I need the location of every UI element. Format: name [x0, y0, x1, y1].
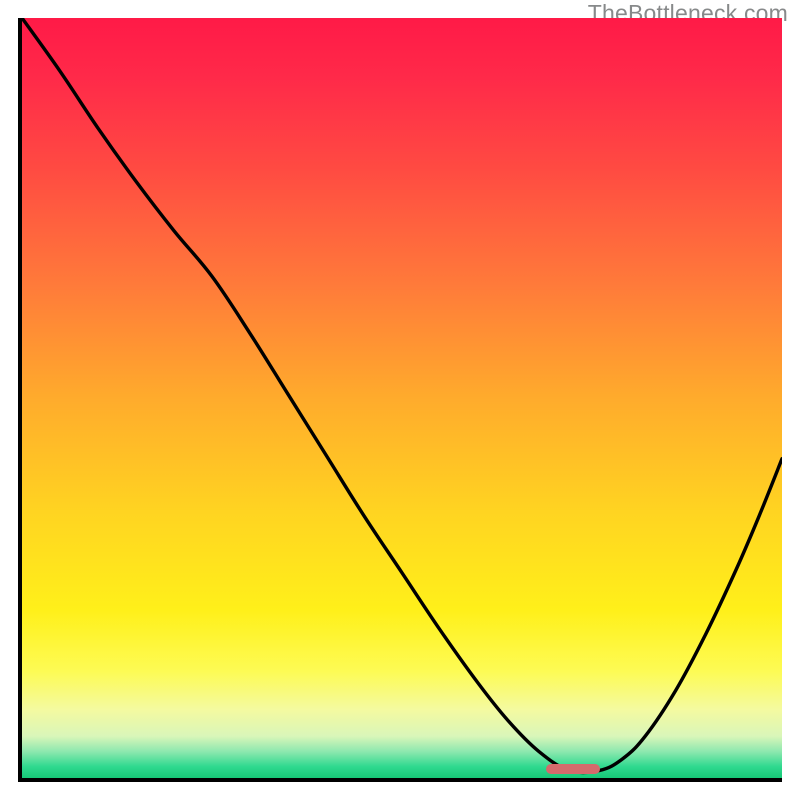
bottleneck-curve	[22, 18, 782, 772]
bottleneck-marker	[546, 764, 599, 774]
chart-frame: TheBottleneck.com	[0, 0, 800, 800]
plot-area	[18, 18, 782, 782]
curve-layer	[22, 18, 782, 778]
